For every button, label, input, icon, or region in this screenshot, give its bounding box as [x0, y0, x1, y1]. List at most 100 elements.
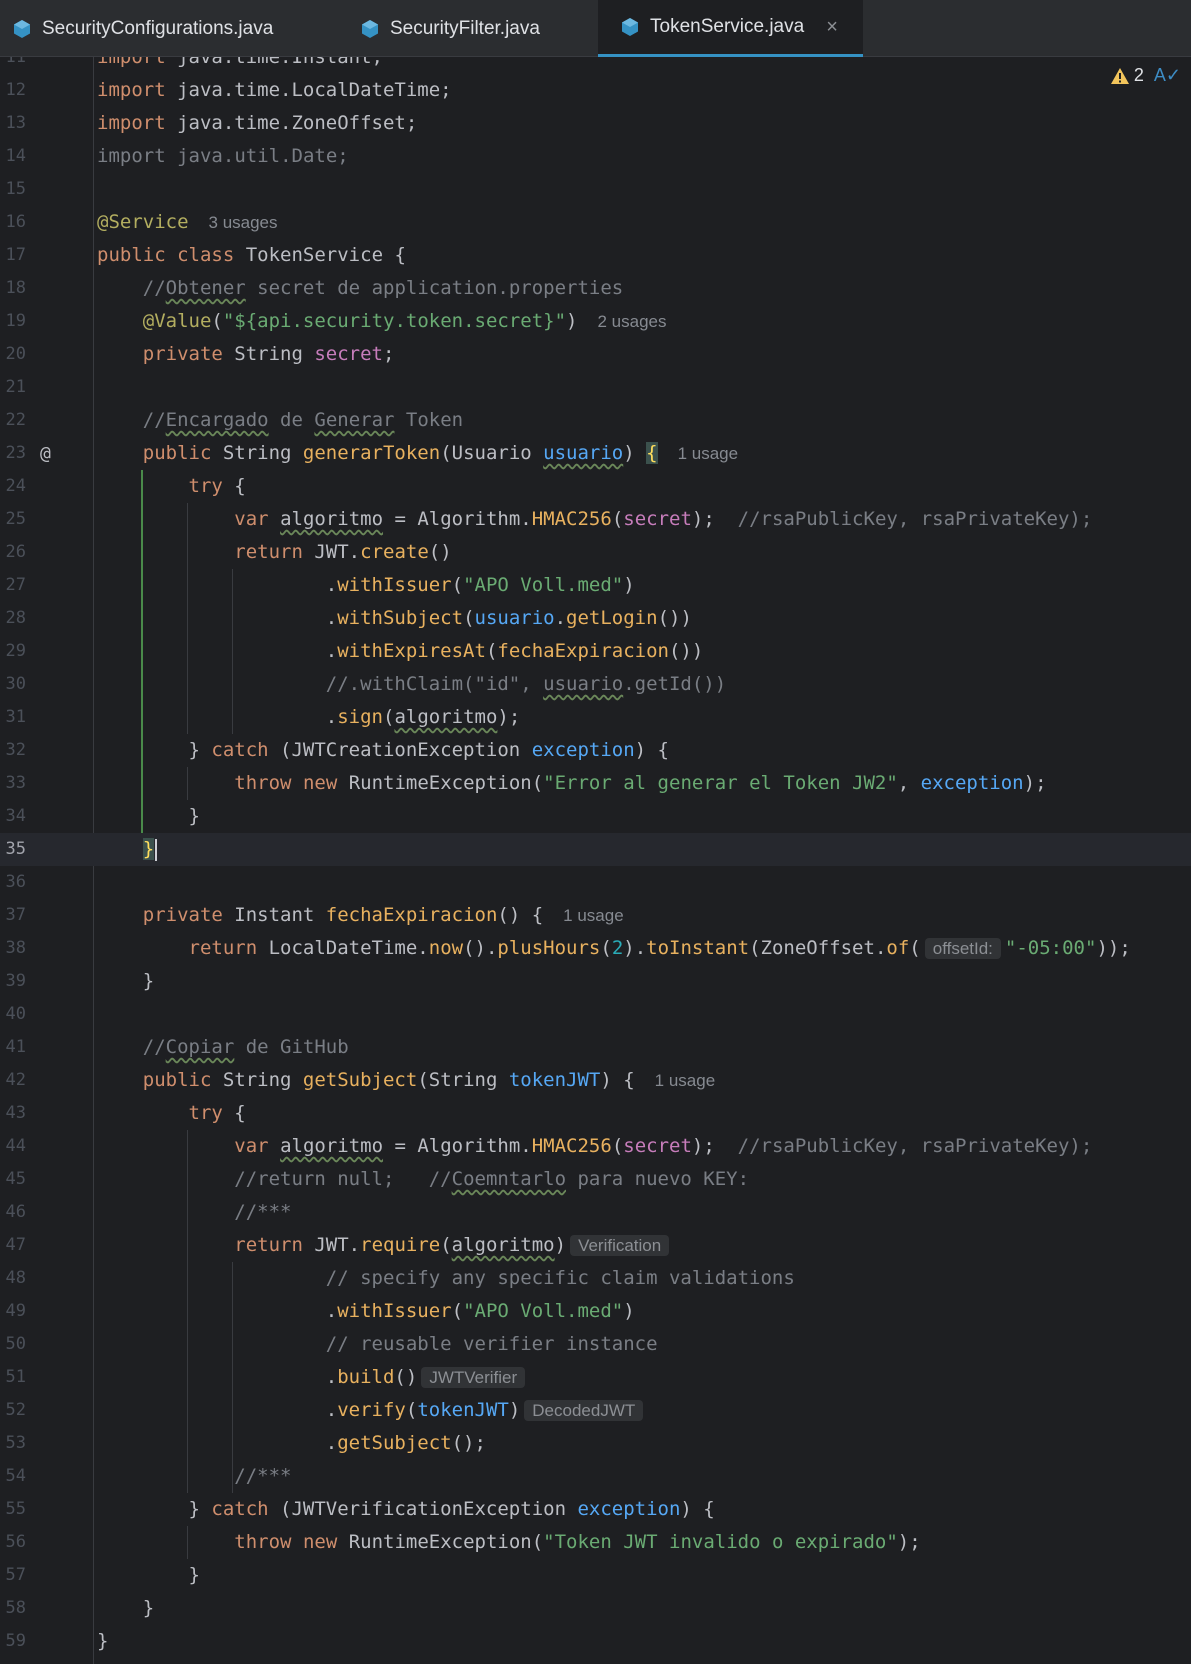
editor-tab-bar: SecurityConfigurations.java SecurityFilt…: [0, 0, 1191, 57]
code-text: } catch (JWTCreationException exception)…: [97, 739, 669, 761]
code-text: return JWT.require(algoritmo) Verificatio…: [97, 1229, 673, 1262]
code-text: var algoritmo = Algorithm.HMAC256(secret…: [234, 1135, 1093, 1157]
code-line[interactable]: 29 .withExpiresAt(fechaExpiracion()): [0, 635, 1191, 668]
code-line[interactable]: 44 var algoritmo = Algorithm.HMAC256(sec…: [0, 1130, 1191, 1163]
code-line[interactable]: 53 .getSubject();: [0, 1427, 1191, 1460]
code-line[interactable]: 14 import java.util.Date;: [0, 140, 1191, 173]
code-text: @Value("${api.security.token.secret}") 2 …: [142, 310, 667, 332]
inlay-hint: JWTVerifier: [421, 1367, 526, 1388]
code-line[interactable]: 49 .withIssuer("APO Voll.med"): [0, 1295, 1191, 1328]
code-line[interactable]: 48 // specify any specific claim validat…: [0, 1262, 1191, 1295]
code-line[interactable]: 11 import java.time.Instant;: [0, 57, 1191, 74]
code-line[interactable]: 27 .withIssuer("APO Voll.med"): [0, 569, 1191, 602]
code-text: //Obtener secret de application.properti…: [142, 277, 624, 299]
code-line[interactable]: 40: [0, 998, 1191, 1031]
code-line[interactable]: 51 .build() JWTVerifier: [0, 1361, 1191, 1394]
code-line[interactable]: 21: [0, 371, 1191, 404]
indent-guide: [186, 1130, 188, 1493]
line-number: 52: [5, 1400, 26, 1420]
code-line[interactable]: 26 return JWT.create(): [0, 536, 1191, 569]
code-line[interactable]: 47 return JWT.require(algoritmo) Verifica…: [0, 1229, 1191, 1262]
code-line[interactable]: 52 .verify(tokenJWT) DecodedJWT: [0, 1394, 1191, 1427]
code-text: return JWT.create(): [234, 541, 452, 563]
code-line[interactable]: 39 }: [0, 965, 1191, 998]
line-number: 31: [5, 707, 26, 727]
line-number: 58: [5, 1598, 26, 1618]
tab-security-configurations[interactable]: SecurityConfigurations.java: [12, 0, 273, 57]
code-text: //***: [234, 1465, 292, 1487]
code-line[interactable]: 16 @Service 3 usages: [0, 206, 1191, 239]
inlay-hint: DecodedJWT: [524, 1400, 644, 1421]
code-text: .verify(tokenJWT) DecodedJWT: [97, 1394, 647, 1427]
code-text: private Instant fechaExpiracion() {1 usa…: [142, 904, 624, 926]
code-line[interactable]: 43 try {: [0, 1097, 1191, 1130]
code-line[interactable]: 18 //Obtener secret de application.prope…: [0, 272, 1191, 305]
code-line[interactable]: 38 return LocalDateTime.now().plusHours(…: [0, 932, 1191, 965]
code-line[interactable]: 23 @ public String generarToken(Usuario u…: [0, 437, 1191, 470]
code-text: }: [97, 1564, 200, 1586]
code-text: } catch (JWTVerificationException except…: [97, 1498, 715, 1520]
usages-hint[interactable]: 1 usage: [563, 906, 624, 925]
code-text: var algoritmo = Algorithm.HMAC256(secret…: [234, 508, 1093, 530]
code-line[interactable]: 45 //return null; //Coemntarlo para nuev…: [0, 1163, 1191, 1196]
code-line[interactable]: 28 .withSubject(usuario.getLogin()): [0, 602, 1191, 635]
line-number: 36: [5, 872, 26, 892]
code-line[interactable]: 46 //***: [0, 1196, 1191, 1229]
code-text: }: [97, 970, 155, 992]
line-number: 35: [5, 839, 26, 859]
code-text: try {: [188, 1102, 246, 1124]
code-line[interactable]: 58 }: [0, 1592, 1191, 1625]
tab-token-service[interactable]: TokenService.java ×: [598, 0, 863, 57]
code-line[interactable]: 24 try {: [0, 470, 1191, 503]
code-line[interactable]: 20 private String secret;: [0, 338, 1191, 371]
code-text: import java.time.Instant;: [97, 57, 383, 68]
usages-hint[interactable]: 1 usage: [678, 444, 739, 463]
usages-hint[interactable]: 1 usage: [655, 1071, 716, 1090]
code-line[interactable]: 42 public String getSubject(String token…: [0, 1064, 1191, 1097]
indent-guide: [186, 1526, 188, 1559]
tab-security-filter[interactable]: SecurityFilter.java: [360, 0, 540, 57]
code-line[interactable]: 25 var algoritmo = Algorithm.HMAC256(sec…: [0, 503, 1191, 536]
code-line[interactable]: 17 public class TokenService {: [0, 239, 1191, 272]
code-text: .build() JWTVerifier: [97, 1361, 529, 1394]
close-icon[interactable]: ×: [826, 16, 838, 39]
code-line[interactable]: 13 import java.time.ZoneOffset;: [0, 107, 1191, 140]
override-marker-icon[interactable]: @: [40, 437, 51, 470]
usages-hint[interactable]: 2 usages: [597, 312, 666, 331]
code-line[interactable]: 30 //.withClaim("id", usuario.getId()): [0, 668, 1191, 701]
text-caret: [155, 838, 158, 861]
code-line[interactable]: 54 //***: [0, 1460, 1191, 1493]
code-line[interactable]: 50 // reusable verifier instance: [0, 1328, 1191, 1361]
code-text: //Copiar de GitHub: [142, 1036, 349, 1058]
java-class-icon: [362, 19, 378, 38]
code-editor[interactable]: 11 import java.time.Instant; 12 import java…: [0, 57, 1191, 1664]
code-line[interactable]: 33 throw new RuntimeException("Error al …: [0, 767, 1191, 800]
line-number: 18: [5, 278, 26, 298]
code-line[interactable]: 55 } catch (JWTVerificationException exc…: [0, 1493, 1191, 1526]
code-text: }: [97, 833, 158, 866]
code-line[interactable]: 19 @Value("${api.security.token.secret}"…: [0, 305, 1191, 338]
line-number: 54: [5, 1466, 26, 1486]
code-line[interactable]: 56 throw new RuntimeException("Token JWT…: [0, 1526, 1191, 1559]
code-line[interactable]: 41 //Copiar de GitHub: [0, 1031, 1191, 1064]
code-line[interactable]: 22 //Encargado de Generar Token: [0, 404, 1191, 437]
code-line[interactable]: 34 }: [0, 800, 1191, 833]
line-number: 17: [5, 245, 26, 265]
code-line[interactable]: 12 import java.time.LocalDateTime;: [0, 74, 1191, 107]
line-number: 23: [5, 443, 26, 463]
line-number: 30: [5, 674, 26, 694]
usages-hint[interactable]: 3 usages: [209, 213, 278, 232]
code-line[interactable]: 15: [0, 173, 1191, 206]
code-text: throw new RuntimeException("Token JWT in…: [234, 1531, 921, 1553]
code-text: //Encargado de Generar Token: [142, 409, 464, 431]
java-class-icon: [622, 18, 638, 36]
code-line[interactable]: 31 .sign(algoritmo);: [0, 701, 1191, 734]
code-line[interactable]: 59}: [0, 1625, 1191, 1658]
code-line[interactable]: 36: [0, 866, 1191, 899]
code-line[interactable]: 57 }: [0, 1559, 1191, 1592]
code-line[interactable]: 37 private Instant fechaExpiracion() {1 …: [0, 899, 1191, 932]
code-line[interactable]: 32 } catch (JWTCreationException excepti…: [0, 734, 1191, 767]
code-text: }: [97, 1597, 155, 1619]
line-number: 15: [5, 179, 26, 199]
code-line[interactable]: 35 }: [0, 833, 1191, 866]
